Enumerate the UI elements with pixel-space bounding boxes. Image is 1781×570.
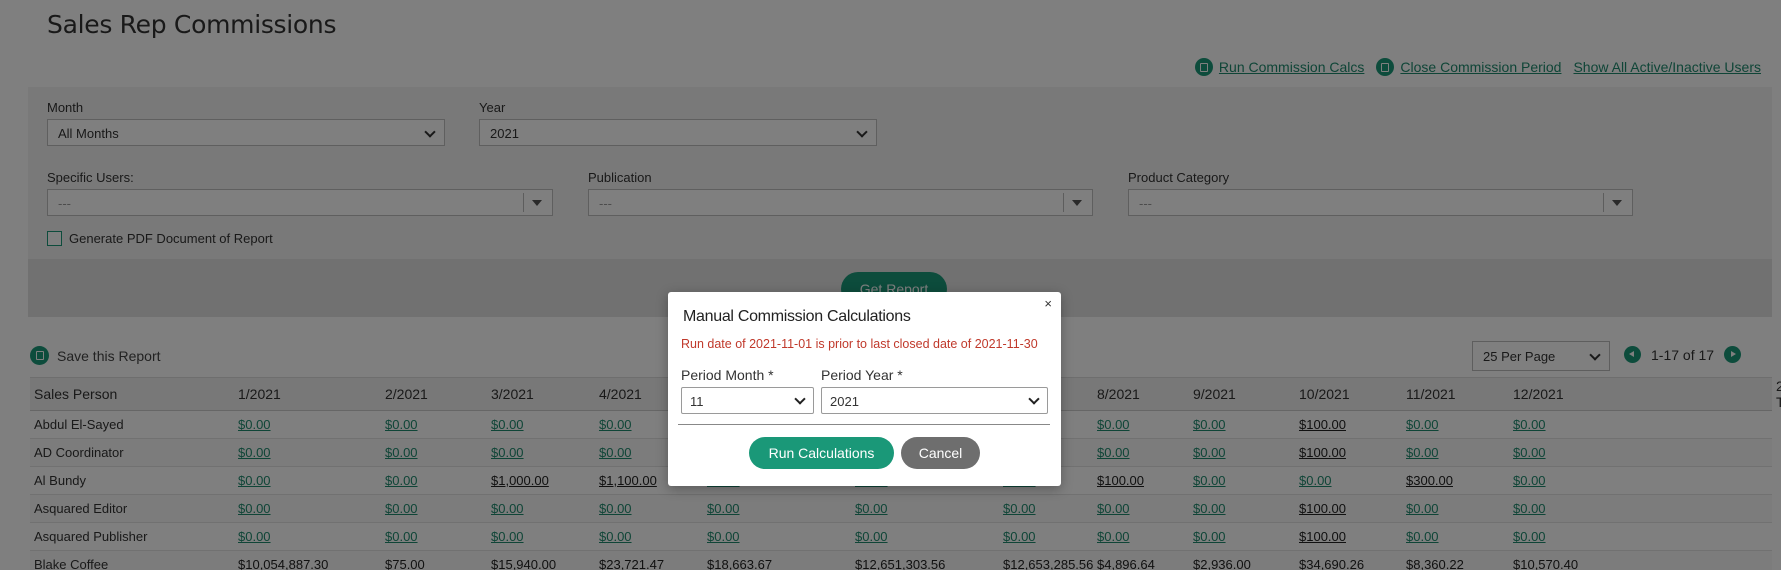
error-message: Run date of 2021-11-01 is prior to last … xyxy=(681,337,1038,351)
page: Sales Rep Commissions Run Commission Cal… xyxy=(0,0,1781,570)
period-month-select[interactable]: 11 xyxy=(681,387,814,414)
period-year-select[interactable]: 2021 xyxy=(821,387,1048,414)
cancel-button[interactable]: Cancel xyxy=(901,437,980,469)
period-year-label: Period Year * xyxy=(821,367,903,383)
dialog-title: Manual Commission Calculations xyxy=(683,308,911,325)
dialog-divider xyxy=(678,424,1050,425)
period-month-value: 11 xyxy=(690,394,704,409)
chevron-down-icon xyxy=(794,393,806,405)
run-calculations-button[interactable]: Run Calculations xyxy=(749,437,894,469)
manual-commission-dialog: Manual Commission Calculations × Run dat… xyxy=(668,292,1061,486)
period-month-label: Period Month * xyxy=(681,367,774,383)
chevron-down-icon xyxy=(1028,393,1040,405)
period-year-value: 2021 xyxy=(830,394,859,409)
close-icon[interactable]: × xyxy=(1044,296,1052,311)
